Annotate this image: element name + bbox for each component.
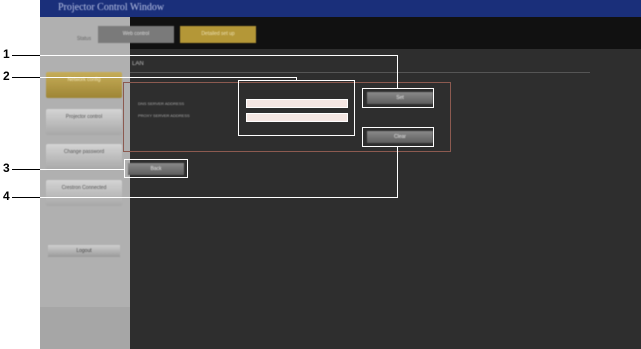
sidebar: Status Network config Projector control … [40, 17, 130, 349]
leader-2 [40, 77, 297, 78]
logout-button[interactable]: Logout [48, 245, 120, 257]
callout-4: 4 [3, 189, 10, 203]
proxy-server-label: PROXY SERVER ADDRESS [138, 113, 190, 118]
heading-divider [130, 72, 590, 73]
page-heading: LAN [132, 61, 144, 67]
highlight-box-clear [362, 127, 434, 147]
callout-1: 1 [3, 47, 10, 61]
highlight-box-fields [238, 80, 355, 136]
web-control-tab[interactable]: Web control [98, 26, 174, 43]
leader-4-up [397, 147, 398, 198]
leader-1 [40, 55, 398, 56]
leader-3 [40, 169, 125, 170]
detailed-setup-tab[interactable]: Detailed set up [180, 26, 256, 43]
dns-server-label: DNS SERVER ADDRESS [138, 101, 185, 106]
leader-2-outer [12, 77, 40, 78]
leader-3-outer [12, 169, 40, 170]
sidebar-item-crestron[interactable]: Crestron Connected [46, 180, 122, 206]
sidebar-item-network[interactable]: Network config [46, 72, 122, 98]
callout-3: 3 [3, 161, 10, 175]
title-bar: Projector Control Window [40, 0, 641, 17]
leader-4-outer [12, 197, 40, 198]
sidebar-item-change-password[interactable]: Change password [46, 144, 122, 170]
callout-2: 2 [3, 69, 10, 83]
sidebar-item-projector-control[interactable]: Projector control [46, 109, 122, 135]
leader-4 [40, 197, 398, 198]
highlight-box-back [124, 159, 188, 178]
leader-2-down [296, 77, 297, 81]
sidebar-footer [40, 307, 130, 349]
highlight-box-set [362, 88, 434, 108]
leader-1-down [397, 55, 398, 88]
window-title: Projector Control Window [58, 2, 165, 13]
leader-1-outer [12, 55, 40, 56]
